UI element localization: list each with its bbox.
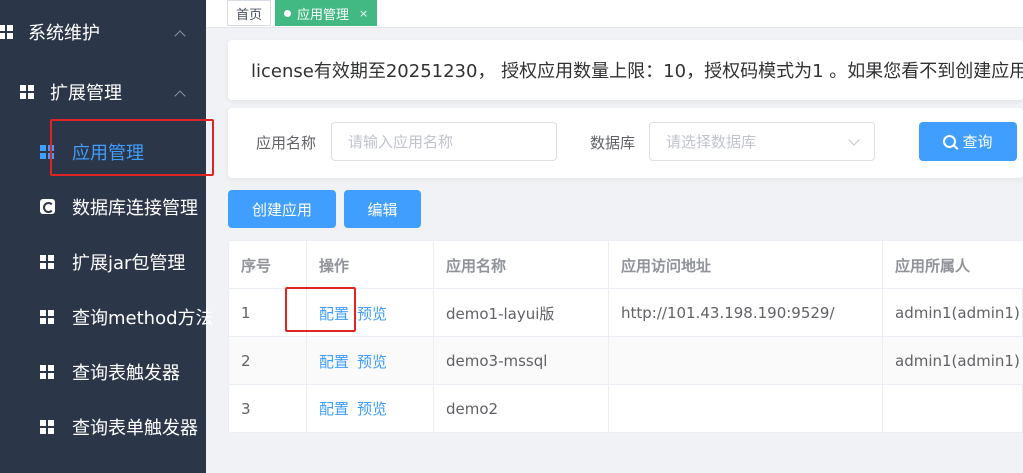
chevron-up-icon xyxy=(174,90,186,102)
cell-owner: admin1(admin1) xyxy=(895,304,1020,322)
create-app-button[interactable]: 创建应用 xyxy=(228,190,336,228)
preview-link[interactable]: 预览 xyxy=(357,398,387,419)
cell-actions: 配置 预览 xyxy=(307,337,434,385)
database-icon xyxy=(40,199,55,214)
sidebar-item-label: 扩展jar包管理 xyxy=(72,252,186,274)
chevron-down-icon xyxy=(848,134,860,146)
grid-icon xyxy=(40,255,54,269)
sidebar-item-label: 查询表单触发器 xyxy=(72,417,198,439)
tab-app-management[interactable]: 应用管理 × xyxy=(275,0,378,26)
preview-link[interactable]: 预览 xyxy=(357,303,387,324)
chevron-up-icon xyxy=(174,30,186,42)
table-header-row: 序号 操作 应用名称 应用访问地址 应用所属人 xyxy=(229,241,1023,289)
table-row: 1 配置 预览 demo1-layui版 http://101.43.198.1… xyxy=(229,289,1023,337)
cell-app-url xyxy=(609,385,883,432)
cell-app-url: http://101.43.198.190:9529/ xyxy=(609,289,883,337)
grid-icon xyxy=(40,420,54,434)
query-button[interactable]: 查询 xyxy=(919,122,1017,161)
sidebar: 系统维护 扩展管理 应用管理 数据库连接管理 扩展jar包管理 查询method… xyxy=(0,0,214,473)
cell-index: 3 xyxy=(229,385,307,432)
sidebar-item-query-method[interactable]: 查询method方法 xyxy=(0,289,214,344)
menu-group-extension-management[interactable]: 扩展管理 xyxy=(0,62,206,122)
sidebar-item-db-connection[interactable]: 数据库连接管理 xyxy=(0,179,206,234)
preview-link[interactable]: 预览 xyxy=(357,351,387,372)
header-app-url: 应用访问地址 xyxy=(609,241,883,289)
header-actions: 操作 xyxy=(307,241,434,289)
query-button-label: 查询 xyxy=(962,133,993,151)
filter-panel: 应用名称 请输入应用名称 数据库 请选择数据库 查询 xyxy=(228,108,1023,178)
cell-app-name: demo1-layui版 xyxy=(434,289,609,337)
tab-bar: 首页 应用管理 × xyxy=(206,0,1023,28)
cell-actions: 配置 预览 xyxy=(307,385,434,432)
grid-icon xyxy=(40,365,54,379)
search-icon xyxy=(943,135,957,148)
sidebar-item-app-management[interactable]: 应用管理 xyxy=(0,124,206,179)
menu-group-label: 扩展管理 xyxy=(50,83,122,104)
cell-app-name: demo2 xyxy=(434,385,609,432)
tab-home[interactable]: 首页 xyxy=(227,0,272,26)
license-notice: license有效期至20251230， 授权应用数量上限：10，授权码模式为1… xyxy=(228,40,1023,100)
menu-group-system-maintenance[interactable]: 系统维护 xyxy=(0,2,206,62)
app-name-input[interactable]: 请输入应用名称 xyxy=(331,122,557,161)
grid-icon xyxy=(0,25,13,39)
cell-index: 1 xyxy=(229,289,307,337)
active-dot-icon xyxy=(284,9,291,17)
create-app-label: 创建应用 xyxy=(251,200,312,219)
sidebar-item-label: 应用管理 xyxy=(72,142,144,164)
table-row: 2 配置 预览 demo3-mssql admin1(admin1) xyxy=(229,337,1023,385)
close-icon[interactable]: × xyxy=(359,7,368,20)
database-label: 数据库 xyxy=(590,134,636,152)
cell-actions: 配置 预览 xyxy=(307,289,434,337)
config-link[interactable]: 配置 xyxy=(319,398,349,419)
config-link[interactable]: 配置 xyxy=(319,351,349,372)
cell-app-name: demo3-mssql xyxy=(434,337,609,385)
edit-button[interactable]: 编辑 xyxy=(344,190,421,228)
app-table: 序号 操作 应用名称 应用访问地址 应用所属人 1 配置 预览 demo1-la… xyxy=(228,240,1023,433)
cell-index: 2 xyxy=(229,337,307,385)
app-name-placeholder: 请输入应用名称 xyxy=(348,133,454,151)
tab-label: 应用管理 xyxy=(297,7,350,23)
sidebar-item-label: 查询method方法 xyxy=(72,307,214,329)
header-owner: 应用所属人 xyxy=(895,256,971,275)
grid-icon xyxy=(20,85,34,99)
table-row: 3 配置 预览 demo2 xyxy=(229,385,1023,432)
notice-text: license有效期至20251230， 授权应用数量上限：10，授权码模式为1… xyxy=(251,61,1023,82)
sidebar-item-form-trigger[interactable]: 查询表单触发器 xyxy=(0,399,206,454)
grid-icon xyxy=(40,310,54,324)
menu-group-label: 系统维护 xyxy=(28,23,100,44)
app-name-label: 应用名称 xyxy=(256,134,317,152)
header-index: 序号 xyxy=(229,241,307,289)
cell-owner xyxy=(883,385,1023,432)
sidebar-item-jar-management[interactable]: 扩展jar包管理 xyxy=(0,234,206,289)
tab-label: 首页 xyxy=(236,7,263,23)
edit-label: 编辑 xyxy=(367,200,398,219)
config-link[interactable]: 配置 xyxy=(319,303,349,324)
sidebar-item-label: 数据库连接管理 xyxy=(72,197,198,219)
sidebar-item-label: 查询表触发器 xyxy=(72,362,180,384)
database-placeholder: 请选择数据库 xyxy=(666,133,757,151)
cell-app-url xyxy=(609,337,883,385)
cell-owner: admin1(admin1) xyxy=(895,352,1020,370)
grid-icon xyxy=(40,145,54,159)
database-select[interactable]: 请选择数据库 xyxy=(649,122,875,161)
sidebar-item-table-trigger[interactable]: 查询表触发器 xyxy=(0,344,206,399)
header-app-name: 应用名称 xyxy=(434,241,609,289)
